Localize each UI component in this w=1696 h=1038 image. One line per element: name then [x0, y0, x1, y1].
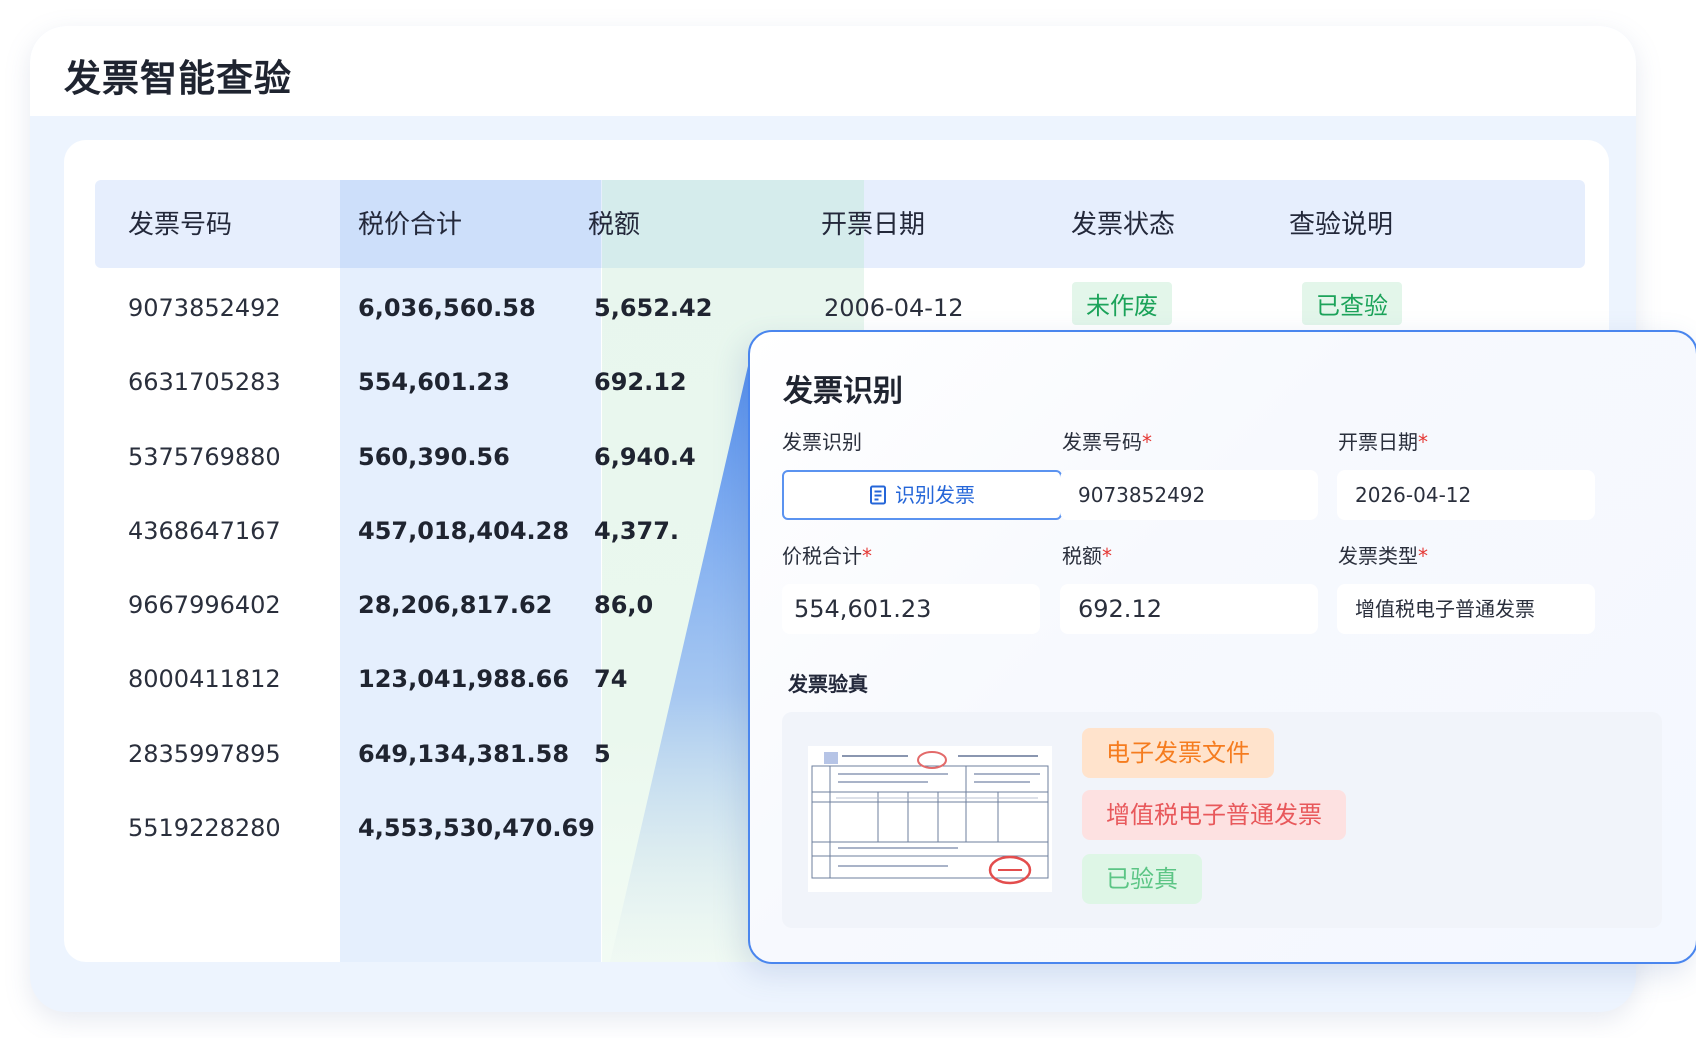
- tag-verified: 已验真: [1082, 854, 1202, 904]
- check-note-badge: 已查验: [1302, 282, 1402, 325]
- cell-invoice-number: 6631705283: [128, 368, 281, 396]
- cell-invoice-number: 9667996402: [128, 591, 281, 619]
- total-label: 价税合计*: [782, 544, 872, 568]
- cell-total: 560,390.56: [358, 443, 510, 471]
- invoice-thumbnail[interactable]: [808, 746, 1052, 892]
- cell-invoice-number: 8000411812: [128, 665, 281, 693]
- tag-invoice-type: 增值税电子普通发票: [1082, 790, 1346, 840]
- required-mark: *: [1102, 544, 1112, 568]
- required-mark: *: [862, 544, 872, 568]
- total-field[interactable]: 554,601.23: [782, 584, 1040, 634]
- cell-invoice-number: 5375769880: [128, 443, 281, 471]
- page-title: 发票智能查验: [64, 57, 292, 100]
- verify-label: 发票验真: [788, 672, 868, 696]
- header-invoice-number[interactable]: 发票号码: [128, 204, 232, 241]
- cell-total: 4,553,530,470.69: [358, 814, 595, 842]
- cell-invoice-number: 2835997895: [128, 740, 281, 768]
- cell-total: 554,601.23: [358, 368, 510, 396]
- header-check-note[interactable]: 查验说明: [1289, 204, 1393, 241]
- cell-total: 123,041,988.66: [358, 665, 570, 693]
- header-total[interactable]: 税价合计: [358, 204, 462, 241]
- cell-issue-date: 2006-04-12: [824, 294, 964, 322]
- cell-invoice-number: 9073852492: [128, 294, 281, 322]
- cell-tax: 74: [594, 665, 628, 693]
- cell-tax: 5,652.42: [594, 294, 713, 322]
- tax-label: 税额*: [1062, 544, 1112, 568]
- required-mark: *: [1418, 544, 1428, 568]
- cell-tax: 6,940.4: [594, 443, 696, 471]
- recognize-invoice-button[interactable]: 识别发票: [782, 470, 1062, 520]
- cell-tax: 692.12: [594, 368, 687, 396]
- cell-tax: 86,0: [594, 591, 654, 619]
- issue-date-field[interactable]: 2026-04-12: [1337, 470, 1595, 520]
- invoice-number-field[interactable]: 9073852492: [1060, 470, 1318, 520]
- invoice-type-label: 发票类型*: [1338, 544, 1428, 568]
- recognize-button-label: 识别发票: [895, 483, 975, 507]
- cell-total: 6,036,560.58: [358, 294, 536, 322]
- tax-field[interactable]: 692.12: [1060, 584, 1318, 634]
- header-status[interactable]: 发票状态: [1071, 204, 1175, 241]
- tag-electronic-invoice-file: 电子发票文件: [1082, 728, 1274, 778]
- cell-total: 28,206,817.62: [358, 591, 553, 619]
- required-mark: *: [1418, 430, 1428, 454]
- invoice-icon: [869, 475, 887, 521]
- invoice-number-label: 发票号码*: [1062, 430, 1152, 454]
- status-badge: 未作废: [1072, 282, 1172, 325]
- cell-tax: 5: [594, 740, 611, 768]
- required-mark: *: [1142, 430, 1152, 454]
- cell-invoice-number: 4368647167: [128, 517, 281, 545]
- issue-date-label: 开票日期*: [1338, 430, 1428, 454]
- cell-total: 457,018,404.28: [358, 517, 570, 545]
- verify-panel: 电子发票文件 增值税电子普通发票 已验真: [782, 712, 1662, 928]
- recognize-label: 发票识别: [782, 430, 862, 454]
- header-tax[interactable]: 税额: [588, 204, 640, 241]
- cell-invoice-number: 5519228280: [128, 814, 281, 842]
- invoice-type-field[interactable]: 增值税电子普通发票: [1337, 584, 1595, 634]
- card-header: 发票智能查验: [30, 26, 1636, 116]
- cell-total: 649,134,381.58: [358, 740, 570, 768]
- invoice-recognition-dialog: 发票识别 发票识别 识别发票 发票号码* 9073852492 开票日期* 20…: [748, 330, 1696, 964]
- cell-tax: 4,377.: [594, 517, 680, 545]
- header-issue-date[interactable]: 开票日期: [821, 204, 925, 241]
- dialog-title: 发票识别: [783, 374, 903, 409]
